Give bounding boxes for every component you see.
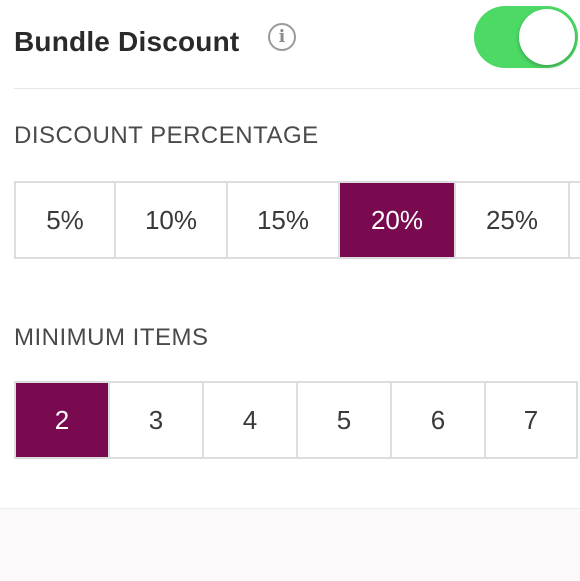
items-option-2[interactable]: 2 bbox=[16, 383, 110, 457]
discount-option-20[interactable]: 20% bbox=[340, 183, 456, 257]
footer-area bbox=[0, 508, 580, 581]
discount-percentage-selector: 5% 10% 15% 20% 25% bbox=[14, 181, 580, 259]
discount-option-5[interactable]: 5% bbox=[16, 183, 116, 257]
page-title: Bundle Discount bbox=[14, 26, 240, 57]
info-icon[interactable]: i bbox=[268, 23, 296, 51]
minimum-items-label: MINIMUM ITEMS bbox=[14, 324, 209, 351]
toggle-knob bbox=[519, 9, 575, 65]
items-option-7[interactable]: 7 bbox=[486, 383, 578, 457]
bundle-discount-header: Bundle Discount i bbox=[0, 0, 580, 88]
bundle-discount-toggle[interactable] bbox=[474, 6, 578, 68]
discount-option-25[interactable]: 25% bbox=[456, 183, 570, 257]
items-option-3[interactable]: 3 bbox=[110, 383, 204, 457]
discount-percentage-label: DISCOUNT PERCENTAGE bbox=[14, 122, 319, 149]
items-option-5[interactable]: 5 bbox=[298, 383, 392, 457]
minimum-items-selector: 2 3 4 5 6 7 bbox=[14, 381, 578, 459]
discount-option-15[interactable]: 15% bbox=[228, 183, 340, 257]
items-option-4[interactable]: 4 bbox=[204, 383, 298, 457]
discount-option-10[interactable]: 10% bbox=[116, 183, 228, 257]
items-option-6[interactable]: 6 bbox=[392, 383, 486, 457]
divider bbox=[14, 88, 580, 89]
